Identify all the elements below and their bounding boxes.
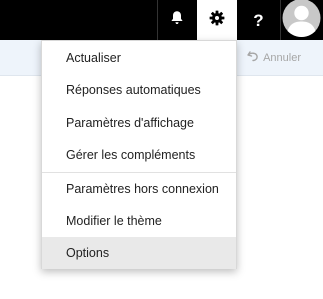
menu-item-display-settings[interactable]: Paramètres d'affichage (42, 107, 236, 139)
settings-button[interactable] (197, 0, 237, 40)
bell-icon (170, 10, 184, 30)
menu-item-change-theme[interactable]: Modifier le thème (42, 205, 236, 237)
top-bar: ? (0, 0, 323, 40)
settings-menu: Actualiser Réponses automatiques Paramèt… (41, 40, 237, 269)
avatar-icon (280, 0, 323, 40)
menu-item-label: Réponses automatiques (66, 83, 201, 97)
menu-item-refresh[interactable]: Actualiser (42, 42, 236, 74)
menu-item-options[interactable]: Options (42, 237, 236, 269)
notifications-button[interactable] (157, 0, 197, 40)
menu-item-automatic-replies[interactable]: Réponses automatiques (42, 74, 236, 106)
menu-item-manage-addins[interactable]: Gérer les compléments (42, 139, 236, 171)
account-avatar-button[interactable] (280, 0, 323, 40)
menu-item-label: Paramètres hors connexion (66, 182, 219, 196)
undo-icon (247, 50, 259, 65)
menu-item-label: Options (66, 246, 110, 260)
menu-item-label: Gérer les compléments (66, 148, 196, 162)
menu-item-label: Actualiser (66, 51, 121, 65)
help-icon: ? (253, 10, 264, 30)
menu-item-label: Modifier le thème (66, 214, 162, 228)
undo-button[interactable]: Annuler (247, 50, 301, 65)
menu-item-label: Paramètres d'affichage (66, 116, 194, 130)
undo-label: Annuler (263, 51, 301, 64)
app-window: Annuler ? Actualiser Réponses automatiqu… (0, 0, 323, 299)
gear-icon (209, 10, 225, 31)
menu-item-offline-settings[interactable]: Paramètres hors connexion (42, 173, 236, 205)
topbar-separator (157, 0, 158, 40)
help-button[interactable]: ? (237, 0, 280, 40)
